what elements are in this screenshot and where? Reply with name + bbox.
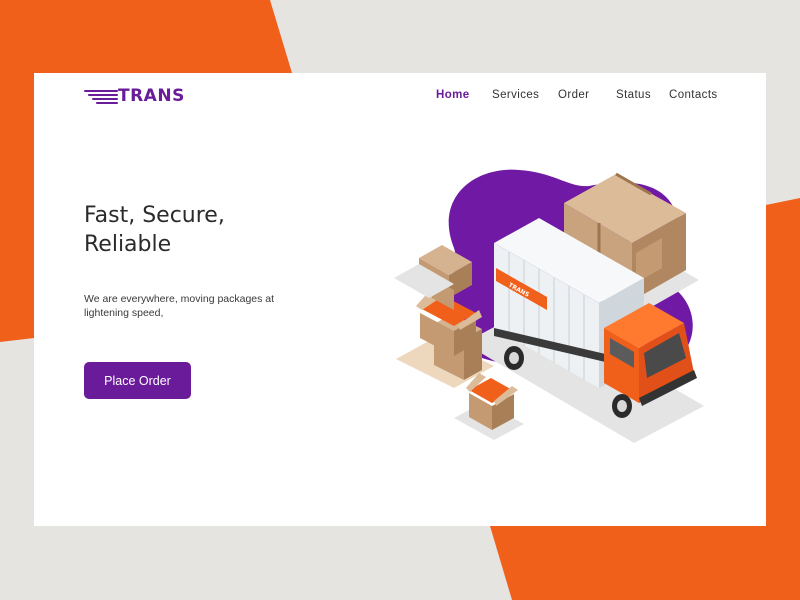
nav-status[interactable]: Status [616,89,651,101]
orange-shape-top-left [0,0,292,73]
delivery-truck-illustration: TRANS [394,169,704,443]
nav-home[interactable]: Home [436,89,470,101]
nav-contacts[interactable]: Contacts [669,89,718,101]
nav-order[interactable]: Order [558,89,589,101]
place-order-button[interactable]: Place Order [84,362,191,399]
nav-services[interactable]: Services [492,89,539,101]
main-nav: Home Services Order Status Contacts [34,89,766,105]
hero-subtitle: We are everywhere, moving packages at li… [84,293,275,319]
hero-title-line-1: Fast, Secure, [84,203,225,228]
orange-shape-left-edge [0,73,34,342]
orange-shape-right-edge [766,198,800,526]
small-open-box [454,373,524,440]
landing-card: TRANS Home Services Order Status Contact… [34,73,766,526]
orange-shape-bottom-right [490,526,800,600]
hero-title: Fast, Secure, Reliable [84,201,304,259]
hero-title-line-2: Reliable [84,232,172,257]
